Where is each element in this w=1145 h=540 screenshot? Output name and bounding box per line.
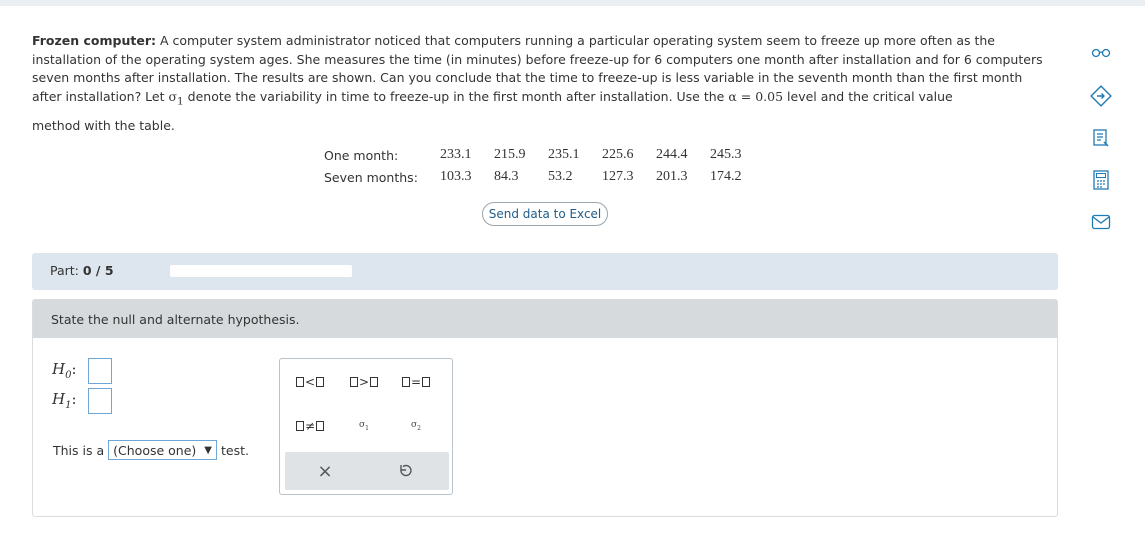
less-than-button[interactable]: < <box>286 371 334 393</box>
data-value: 235.1 <box>548 147 580 162</box>
help-icon[interactable] <box>1089 84 1113 108</box>
part-count: 0 / 5 <box>82 263 114 278</box>
h1-answer-box[interactable] <box>88 388 112 414</box>
question-panel: State the null and alternate hypothesis. <box>32 299 1058 517</box>
palette-footer: × <box>285 452 449 490</box>
notes-icon[interactable] <box>1089 126 1113 150</box>
data-row-seven-months: Seven months: 103.3 84.3 53.2 127.3 201.… <box>324 166 764 188</box>
data-value: 174.2 <box>710 169 742 184</box>
question-header: State the null and alternate hypothesis. <box>33 300 1057 338</box>
sigma-variable: σ1 <box>168 88 184 108</box>
glasses-icon[interactable] <box>1089 40 1113 64</box>
problem-title: Frozen computer <box>32 33 151 48</box>
top-bar <box>0 0 1145 6</box>
test-type-select[interactable]: (Choose one) ▼ <box>108 440 217 460</box>
clear-icon[interactable]: × <box>315 461 335 482</box>
h0-answer-box[interactable] <box>88 358 112 384</box>
h0-label: H0: <box>52 360 77 381</box>
data-value: 233.1 <box>440 147 472 162</box>
calculator-icon[interactable] <box>1089 168 1113 192</box>
progress-track <box>170 265 352 277</box>
h1-label: H1: <box>52 390 77 411</box>
data-value: 225.6 <box>602 147 634 162</box>
equals-button[interactable]: = <box>392 371 440 393</box>
data-value: 201.3 <box>656 169 688 184</box>
part-progress-bar: Part: 0 / 5 <box>32 253 1058 290</box>
problem-text-3: level and the critical value <box>787 88 953 104</box>
data-value: 84.3 <box>494 169 519 184</box>
data-value: 103.3 <box>440 169 472 184</box>
test-select-value: (Choose one) <box>113 442 197 458</box>
data-table: One month: 233.1 215.9 235.1 225.6 244.4… <box>324 144 764 188</box>
data-row-one-month: One month: 233.1 215.9 235.1 225.6 244.4… <box>324 144 764 166</box>
row-label: One month: <box>324 147 399 163</box>
data-value: 127.3 <box>602 169 634 184</box>
problem-text-2: denote the variability in time to freeze… <box>187 88 725 104</box>
mail-icon[interactable] <box>1089 210 1113 234</box>
greater-than-button[interactable]: > <box>340 371 388 393</box>
test-type-line: This is a (Choose one) ▼ test. <box>53 440 249 460</box>
sigma1-button[interactable]: σ1 <box>340 415 388 437</box>
row-label: Seven months: <box>324 169 418 185</box>
math-palette: < > = ≠ σ1 σ2 × <box>279 358 453 495</box>
undo-icon[interactable] <box>396 461 416 481</box>
alpha-expression: α = 0.05 <box>728 88 784 104</box>
test-prefix: This is a <box>53 442 105 458</box>
data-value: 244.4 <box>656 147 688 162</box>
part-label: Part: 0 / 5 <box>50 263 114 278</box>
sigma2-button[interactable]: σ2 <box>392 415 440 437</box>
data-value: 215.9 <box>494 147 526 162</box>
not-equal-button[interactable]: ≠ <box>286 415 334 437</box>
method-line: method with the table. <box>32 117 175 133</box>
problem-statement: Frozen computer: A computer system admin… <box>32 32 1052 135</box>
send-to-excel-button[interactable]: Send data to Excel <box>482 202 608 226</box>
data-value: 245.3 <box>710 147 742 162</box>
question-prompt: State the null and alternate hypothesis. <box>51 312 300 327</box>
dropdown-arrow-icon: ▼ <box>204 444 212 456</box>
test-suffix: test. <box>220 442 249 458</box>
data-value: 53.2 <box>548 169 573 184</box>
